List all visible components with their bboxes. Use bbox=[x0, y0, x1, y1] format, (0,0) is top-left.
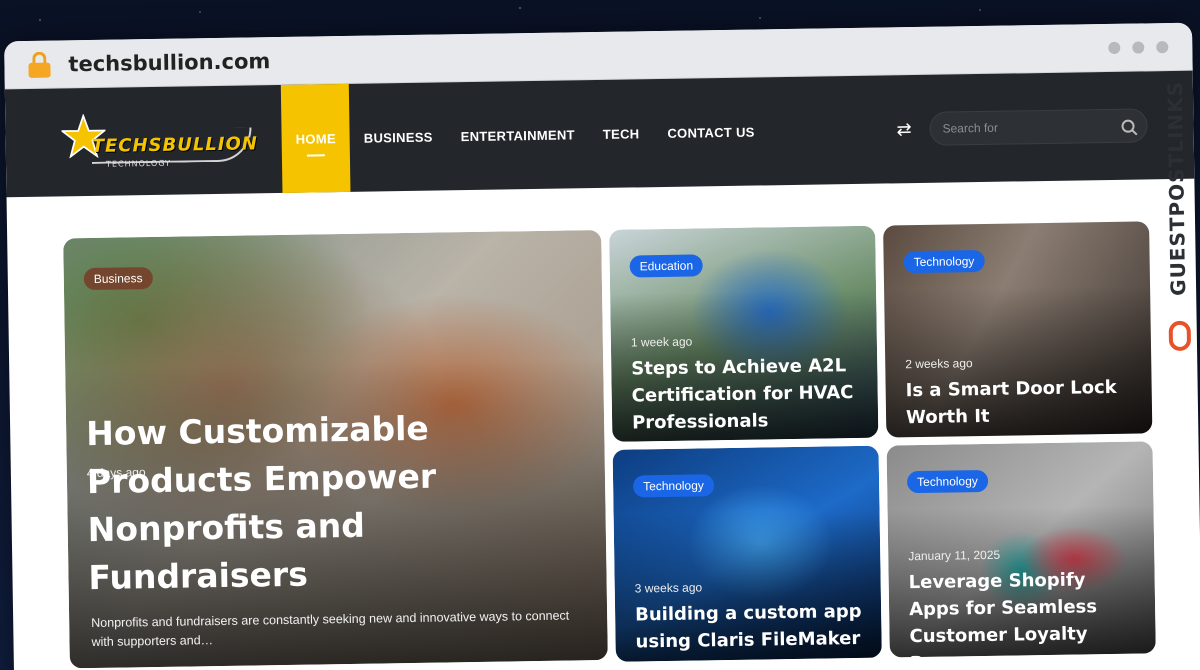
browser-window: techsbullion.com TECHSBULLION TECHNOLOGY… bbox=[4, 22, 1200, 670]
shuffle-icon[interactable]: ⇄ bbox=[896, 119, 911, 140]
search-input[interactable] bbox=[942, 118, 1122, 136]
nav-contact-us[interactable]: CONTACT US bbox=[653, 77, 770, 187]
post-card[interactable]: Technology 2 weeks ago Is a Smart Door L… bbox=[883, 221, 1153, 438]
post-excerpt: Nonprofits and fundraisers are constantl… bbox=[91, 608, 570, 650]
post-date: January 11, 2025 bbox=[908, 547, 1001, 564]
nav-tech[interactable]: TECH bbox=[588, 79, 654, 188]
lock-icon bbox=[28, 51, 51, 78]
post-date: 3 weeks ago bbox=[634, 580, 703, 596]
search-box bbox=[929, 108, 1148, 146]
featured-post[interactable]: Business 4 days ago How Customizable Pro… bbox=[63, 229, 608, 669]
category-badge[interactable]: Technology bbox=[906, 469, 988, 494]
url-text[interactable]: techsbullion.com bbox=[68, 49, 270, 76]
post-card[interactable]: Education 1 week ago Steps to Achieve A2… bbox=[609, 225, 879, 442]
post-grid: Education 1 week ago Steps to Achieve A2… bbox=[609, 221, 1156, 662]
post-date: 2 weeks ago bbox=[905, 356, 973, 372]
window-dot-icon[interactable] bbox=[1132, 40, 1145, 54]
category-badge[interactable]: Technology bbox=[903, 249, 985, 274]
post-title[interactable]: Building a custom app using Claris FileM… bbox=[635, 598, 864, 656]
post-title[interactable]: Steps to Achieve A2L Certification for H… bbox=[631, 352, 860, 437]
category-badge[interactable]: Education bbox=[629, 254, 704, 278]
post-title[interactable]: How Customizable Products Empower Nonpro… bbox=[86, 402, 589, 602]
category-badge[interactable]: Business bbox=[83, 267, 153, 291]
category-badge[interactable]: Technology bbox=[632, 474, 715, 498]
nav-entertainment[interactable]: ENTERTAINMENT bbox=[446, 80, 590, 190]
main-nav: HOME BUSINESS ENTERTAINMENT TECH CONTACT… bbox=[280, 77, 770, 193]
post-date: 1 week ago bbox=[630, 334, 693, 350]
nav-home[interactable]: HOME bbox=[280, 83, 351, 193]
search-icon[interactable] bbox=[1121, 119, 1135, 133]
window-dot-icon[interactable] bbox=[1156, 40, 1169, 53]
post-title[interactable]: Is a Smart Door Lock Worth It bbox=[905, 374, 1134, 432]
post-title[interactable]: Leverage Shopify Apps for Seamless Custo… bbox=[908, 566, 1138, 657]
post-card[interactable]: Technology 3 weeks ago Building a custom… bbox=[612, 445, 882, 662]
site-logo[interactable]: TECHSBULLION TECHNOLOGY bbox=[61, 85, 258, 196]
logo-text: TECHSBULLION bbox=[91, 133, 259, 157]
post-card[interactable]: Technology January 11, 2025 Leverage Sho… bbox=[886, 441, 1156, 658]
window-controls bbox=[1108, 40, 1169, 54]
featured-section: Business 4 days ago How Customizable Pro… bbox=[7, 179, 1200, 670]
header-tools: ⇄ bbox=[896, 71, 1195, 184]
site-header: TECHSBULLION TECHNOLOGY HOME BUSINESS EN… bbox=[4, 70, 1195, 198]
nav-business[interactable]: BUSINESS bbox=[349, 82, 448, 192]
window-dot-icon[interactable] bbox=[1108, 41, 1121, 54]
logo-tagline: TECHNOLOGY bbox=[105, 158, 172, 169]
